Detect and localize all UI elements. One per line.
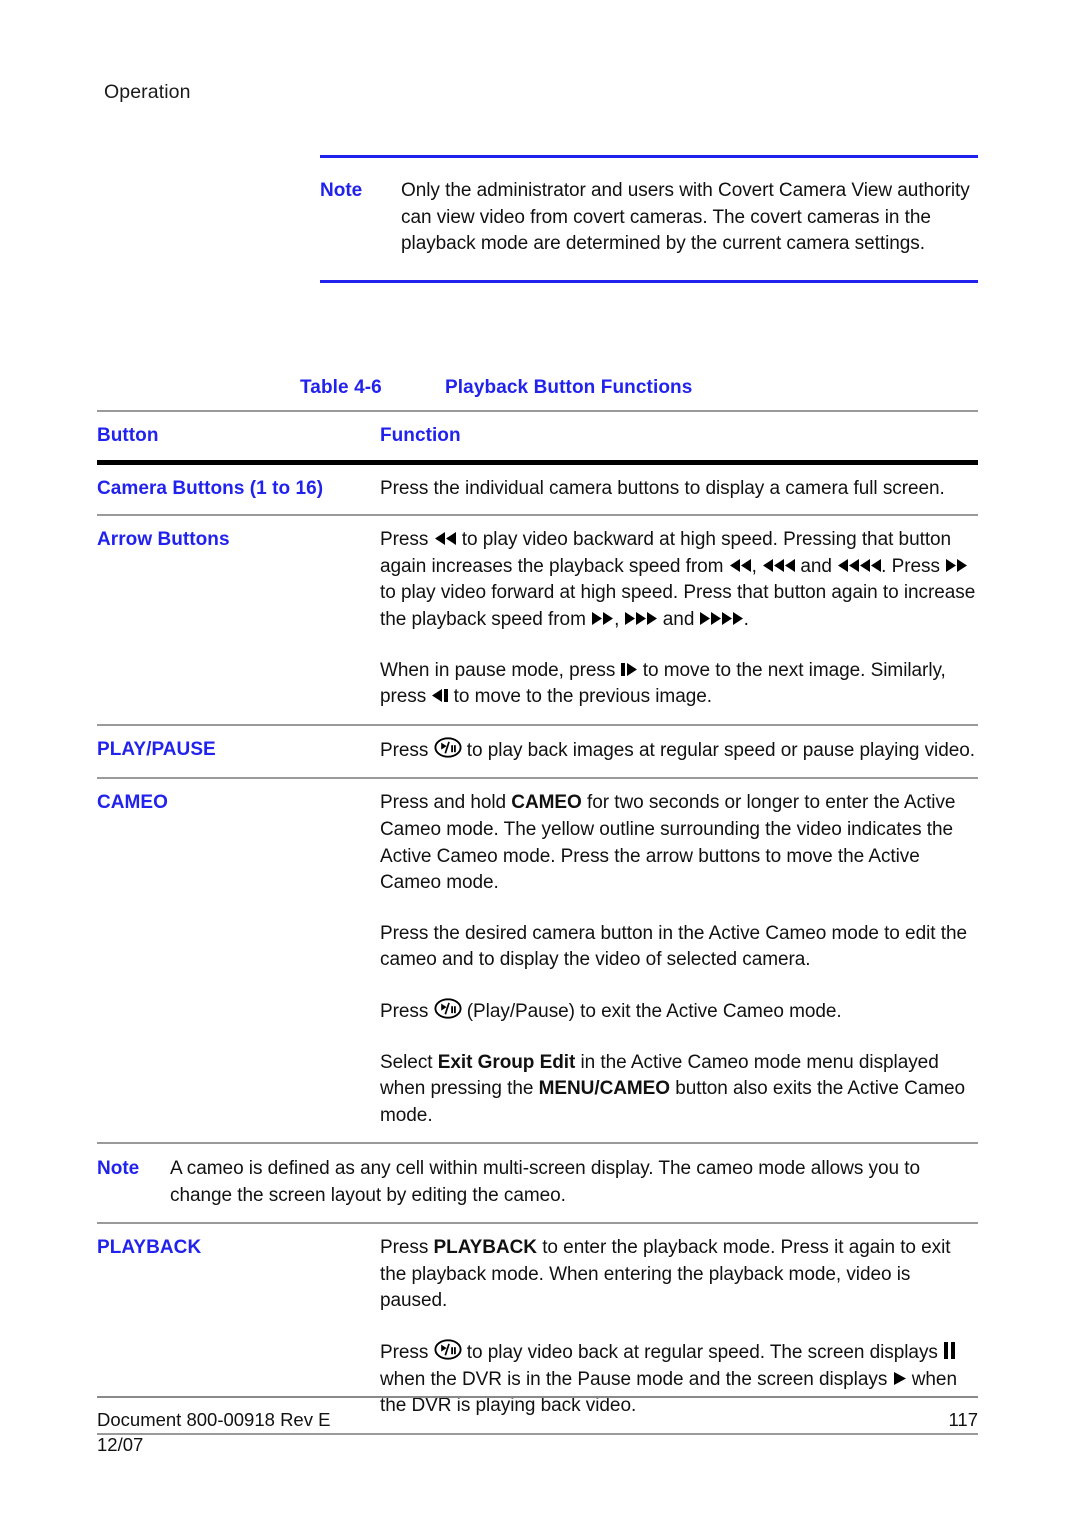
document-page: Operation Note Only the administrator an… xyxy=(0,0,1080,1526)
rewind-double-icon xyxy=(729,557,752,574)
text-run-bold: MENU/CAMEO xyxy=(538,1078,671,1100)
table-row: Arrow Buttons Press to play video backwa… xyxy=(97,516,978,724)
paragraph: Press to play back images at regular spe… xyxy=(380,737,978,765)
text-run: and xyxy=(657,608,700,630)
table-header-button: Button xyxy=(97,425,159,446)
page-footer: Document 800-00918 Rev E 12/07 117 xyxy=(97,1396,978,1457)
text-run-bold: CAMEO xyxy=(511,792,582,814)
text-run: when the DVR is in the Pause mode and th… xyxy=(380,1368,893,1390)
table-caption-number: Table 4-6 xyxy=(300,377,382,398)
pause-bars-icon xyxy=(943,1341,956,1360)
text-run: to move to the previous image. xyxy=(448,686,712,708)
footer-left: Document 800-00918 Rev E 12/07 xyxy=(97,1407,330,1457)
note-body: Note Only the administrator and users wi… xyxy=(320,158,978,280)
table-row: PLAY/PAUSE Press to play back images at … xyxy=(97,726,978,778)
text-run: and xyxy=(795,555,838,577)
row-label-cameo: CAMEO xyxy=(97,792,168,814)
note-text: Only the administrator and users with Co… xyxy=(401,180,970,254)
table-header-function: Function xyxy=(380,425,461,446)
row-function-arrow-buttons: Press to play video backward at high spe… xyxy=(380,527,978,711)
paragraph: Press to play video backward at high spe… xyxy=(380,527,978,633)
text-run-bold: Exit Group Edit xyxy=(437,1051,576,1073)
play-triangle-icon xyxy=(893,1370,907,1387)
footer-page-number: 117 xyxy=(948,1409,979,1430)
paragraph: Press and hold CAMEO for two seconds or … xyxy=(380,790,978,896)
text-run: Select xyxy=(380,1051,438,1073)
row-function-camera-buttons: Press the individual camera buttons to d… xyxy=(380,476,978,503)
rewind-quad-icon xyxy=(837,557,882,574)
paragraph: Press the individual camera buttons to d… xyxy=(380,477,945,499)
step-backward-icon xyxy=(431,687,449,704)
row-function-play-pause: Press to play back images at regular spe… xyxy=(380,737,978,765)
row-function-playback: Press PLAYBACK to enter the playback mod… xyxy=(380,1235,978,1420)
paragraph: Press PLAYBACK to enter the playback mod… xyxy=(380,1235,978,1315)
row-label-arrow-buttons: Arrow Buttons xyxy=(97,529,230,551)
footer-date: 12/07 xyxy=(97,1434,144,1455)
playback-button-functions-table: Table 4-6 Playback Button Functions Butt… xyxy=(97,377,978,1435)
play-pause-circle-icon xyxy=(433,1339,462,1360)
table-row: Camera Buttons (1 to 16) Press the indiv… xyxy=(97,465,978,515)
play-pause-circle-icon xyxy=(433,998,462,1019)
row-label-play-pause: PLAY/PAUSE xyxy=(97,738,216,760)
text-run: to play back images at regular speed or … xyxy=(461,739,975,761)
fastforward-double-icon xyxy=(591,610,614,627)
step-forward-icon xyxy=(620,661,638,678)
text-run-bold: PLAYBACK xyxy=(433,1237,537,1259)
text-run: to play video back at regular speed. The… xyxy=(461,1342,944,1364)
text-run: . Press xyxy=(881,555,946,577)
paragraph: Select Exit Group Edit in the Active Cam… xyxy=(380,1050,978,1130)
paragraph: Press (Play/Pause) to exit the Active Ca… xyxy=(380,998,978,1026)
text-run: Press xyxy=(380,1000,434,1022)
paragraph: Press the desired camera button in the A… xyxy=(380,922,967,971)
running-head: Operation xyxy=(104,81,191,103)
text-run: Press xyxy=(380,739,434,761)
row-label-playback: PLAYBACK xyxy=(97,1237,202,1259)
row-label-camera-buttons: Camera Buttons (1 to 16) xyxy=(97,477,324,499)
footer-content: Document 800-00918 Rev E 12/07 117 xyxy=(97,1398,978,1457)
note-label: Note xyxy=(320,180,363,201)
text-run: (Play/Pause) to exit the Active Cameo mo… xyxy=(461,1000,842,1022)
table-inline-note: Note A cameo is defined as any cell with… xyxy=(97,1144,978,1222)
text-run: Press xyxy=(380,1237,434,1259)
text-run: , xyxy=(751,555,763,577)
paragraph: When in pause mode, press to move to the… xyxy=(380,658,978,711)
table-caption-title: Playback Button Functions xyxy=(445,377,693,398)
table-row: CAMEO Press and hold CAMEO for two secon… xyxy=(97,779,978,1142)
text-run: . xyxy=(743,608,749,630)
rewind-triple-icon xyxy=(762,557,796,574)
footer-document-id: Document 800-00918 Rev E xyxy=(97,1409,331,1430)
rewind-double-icon xyxy=(434,530,457,547)
text-run: When in pause mode, press xyxy=(380,659,621,681)
text-run: Press and hold xyxy=(380,792,512,814)
inline-note-label: Note xyxy=(97,1158,140,1180)
table-header-row: Button Function xyxy=(97,412,978,460)
fastforward-triple-icon xyxy=(624,610,658,627)
row-function-cameo: Press and hold CAMEO for two seconds or … xyxy=(380,790,978,1129)
fastforward-quad-icon xyxy=(699,610,744,627)
table-caption: Table 4-6 Playback Button Functions xyxy=(97,377,978,410)
play-pause-circle-icon xyxy=(433,737,462,758)
text-run: , xyxy=(614,608,625,630)
inline-note-text: A cameo is defined as any cell within mu… xyxy=(170,1158,920,1206)
note-bottom-rule xyxy=(320,279,978,283)
fastforward-double-icon xyxy=(945,557,968,574)
text-run: Press xyxy=(380,529,434,551)
top-note-block: Note Only the administrator and users wi… xyxy=(320,155,978,283)
text-run: Press xyxy=(380,1342,434,1364)
